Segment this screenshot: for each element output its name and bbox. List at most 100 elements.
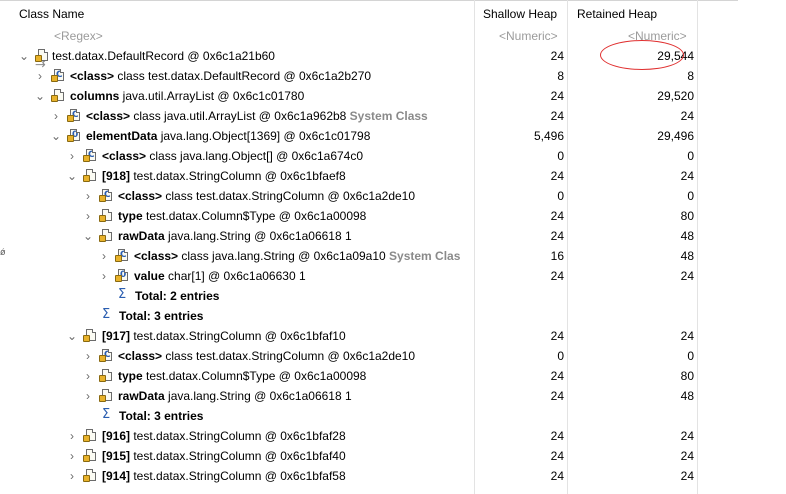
- table-row[interactable]: ⌄ [918] test.datax.StringColumn @ 0x6c1b…: [0, 166, 786, 186]
- expand-chevron-icon[interactable]: ›: [83, 390, 93, 402]
- expand-chevron-icon[interactable]: ›: [35, 70, 45, 82]
- row-label-bold: [914]: [102, 469, 131, 483]
- shallow-heap-value: 0: [557, 149, 564, 163]
- collapse-chevron-icon[interactable]: ⌄: [35, 90, 45, 102]
- object-icon: [99, 369, 112, 382]
- row-label-text: test.datax.StringColumn @ 0x6c1bfaef8: [130, 169, 346, 183]
- table-row[interactable]: › [916] test.datax.StringColumn @ 0x6c1b…: [0, 426, 786, 446]
- row-label-text: class test.datax.StringColumn @ 0x6c1a2d…: [162, 349, 416, 363]
- total-label: Total: 3 entries: [119, 309, 204, 323]
- object-icon: [99, 389, 112, 402]
- sigma-icon: Σ: [102, 307, 111, 322]
- retained-heap-value: 48: [680, 249, 694, 263]
- table-row[interactable]: › C <class> class test.datax.StringColum…: [0, 186, 786, 206]
- table-row[interactable]: › type test.datax.Column$Type @ 0x6c1a00…: [0, 366, 786, 386]
- expand-chevron-icon[interactable]: ›: [83, 350, 93, 362]
- table-row[interactable]: › C <class> class java.lang.String @ 0x6…: [0, 246, 786, 266]
- row-label-text: class test.datax.StringColumn @ 0x6c1a2d…: [162, 189, 416, 203]
- retained-heap-value: 0: [687, 149, 694, 163]
- expand-chevron-icon[interactable]: ›: [83, 190, 93, 202]
- row-label-text: java.util.ArrayList @ 0x6c1c01780: [119, 89, 305, 103]
- expand-chevron-icon[interactable]: ›: [67, 450, 77, 462]
- row-label-text: java.lang.String @ 0x6c1a06618 1: [164, 229, 352, 243]
- table-row[interactable]: ⌄ 0 elementData java.lang.Object[1369] @…: [0, 126, 786, 146]
- table-row[interactable]: › C <class> class java.util.ArrayList @ …: [0, 106, 786, 126]
- class-icon: C: [99, 349, 112, 362]
- row-label-text: class test.datax.DefaultRecord @ 0x6c1a2…: [114, 69, 372, 83]
- shallow-numeric-filter-input[interactable]: <Numeric>: [499, 29, 558, 43]
- shallow-heap-value: 24: [550, 229, 564, 243]
- object-icon: [83, 449, 96, 462]
- shallow-heap-value: 24: [550, 109, 564, 123]
- retained-heap-value: 24: [680, 269, 694, 283]
- column-header-shallow-heap[interactable]: Shallow Heap: [483, 7, 557, 21]
- shallow-heap-value: 24: [550, 429, 564, 443]
- class-icon: C: [99, 189, 112, 202]
- shallow-heap-value: 24: [550, 49, 564, 63]
- retained-heap-value: 24: [680, 169, 694, 183]
- expand-chevron-icon[interactable]: ›: [67, 150, 77, 162]
- system-class-label: System Class: [346, 109, 428, 123]
- retained-heap-value: 24: [680, 329, 694, 343]
- shallow-heap-value: 16: [550, 249, 564, 263]
- retained-heap-value: 24: [680, 469, 694, 483]
- object-icon: [83, 329, 96, 342]
- row-label-bold: [917]: [102, 329, 131, 343]
- table-row[interactable]: › C <class> class test.datax.StringColum…: [0, 346, 786, 366]
- table-row[interactable]: › [915] test.datax.StringColumn @ 0x6c1b…: [0, 446, 786, 466]
- row-label-bold: <class>: [118, 189, 163, 203]
- total-row: Σ Total: 2 entries: [0, 286, 786, 306]
- shallow-heap-value: 24: [550, 389, 564, 403]
- row-label-bold: <class>: [134, 249, 179, 263]
- class-icon: C: [83, 149, 96, 162]
- collapse-chevron-icon[interactable]: ⌄: [67, 330, 77, 342]
- column-header-retained-heap[interactable]: Retained Heap: [577, 7, 657, 21]
- row-label-bold: [918]: [102, 169, 131, 183]
- row-label-bold: value: [134, 269, 165, 283]
- collapse-chevron-icon[interactable]: ⌄: [19, 50, 29, 62]
- retained-heap-value: 48: [680, 229, 694, 243]
- row-label-text: class java.lang.Object[] @ 0x6c1a674c0: [146, 149, 364, 163]
- table-row[interactable]: › rawData java.lang.String @ 0x6c1a06618…: [0, 386, 786, 406]
- collapse-chevron-icon[interactable]: ⌄: [83, 230, 93, 242]
- table-row[interactable]: ⌄ columns java.util.ArrayList @ 0x6c1c01…: [0, 86, 786, 106]
- expand-chevron-icon[interactable]: ›: [99, 270, 109, 282]
- table-row[interactable]: › type test.datax.Column$Type @ 0x6c1a00…: [0, 206, 786, 226]
- object-icon: [99, 229, 112, 242]
- array-icon: 0: [115, 269, 128, 282]
- sigma-icon: Σ: [118, 287, 127, 302]
- row-label-text: class java.lang.String @ 0x6c1a09a10: [178, 249, 386, 263]
- row-label-text: test.datax.Column$Type @ 0x6c1a00098: [142, 209, 367, 223]
- total-row: Σ Total: 3 entries: [0, 406, 786, 426]
- collapse-chevron-icon[interactable]: ⌄: [51, 130, 61, 142]
- object-icon: [83, 469, 96, 482]
- table-row[interactable]: › C <class> class java.lang.Object[] @ 0…: [0, 146, 786, 166]
- object-icon: [35, 49, 48, 62]
- collapse-chevron-icon[interactable]: ⌄: [67, 170, 77, 182]
- class-icon: C: [115, 249, 128, 262]
- expand-chevron-icon[interactable]: ›: [67, 430, 77, 442]
- expand-chevron-icon[interactable]: ›: [67, 470, 77, 482]
- row-label-bold: <class>: [86, 109, 131, 123]
- retained-heap-value: 24: [680, 109, 694, 123]
- table-row[interactable]: › 0 value char[1] @ 0x6c1a06630 1 24 24: [0, 266, 786, 286]
- regex-filter-input[interactable]: <Regex>: [54, 29, 103, 43]
- shallow-heap-value: 5,496: [533, 129, 564, 143]
- expand-chevron-icon[interactable]: ›: [83, 210, 93, 222]
- row-label-bold: [916]: [102, 429, 131, 443]
- shallow-heap-value: 8: [557, 69, 564, 83]
- table-row[interactable]: › C <class> class test.datax.DefaultReco…: [0, 66, 786, 86]
- row-label-text: test.datax.DefaultRecord @ 0x6c1a21b60: [52, 49, 275, 63]
- object-icon: [51, 89, 64, 102]
- table-row[interactable]: › [914] test.datax.StringColumn @ 0x6c1b…: [0, 466, 786, 486]
- column-header-class-name[interactable]: Class Name: [19, 7, 84, 21]
- row-label-bold: <class>: [102, 149, 147, 163]
- row-label-text: test.datax.StringColumn @ 0x6c1bfaf40: [130, 449, 346, 463]
- table-row[interactable]: ⌄ rawData java.lang.String @ 0x6c1a06618…: [0, 226, 786, 246]
- expand-chevron-icon[interactable]: ›: [99, 250, 109, 262]
- row-label-text: test.datax.StringColumn @ 0x6c1bfaf10: [130, 329, 346, 343]
- row-label-text: java.lang.Object[1369] @ 0x6c1c01798: [157, 129, 371, 143]
- expand-chevron-icon[interactable]: ›: [83, 370, 93, 382]
- table-row[interactable]: ⌄ [917] test.datax.StringColumn @ 0x6c1b…: [0, 326, 786, 346]
- expand-chevron-icon[interactable]: ›: [51, 110, 61, 122]
